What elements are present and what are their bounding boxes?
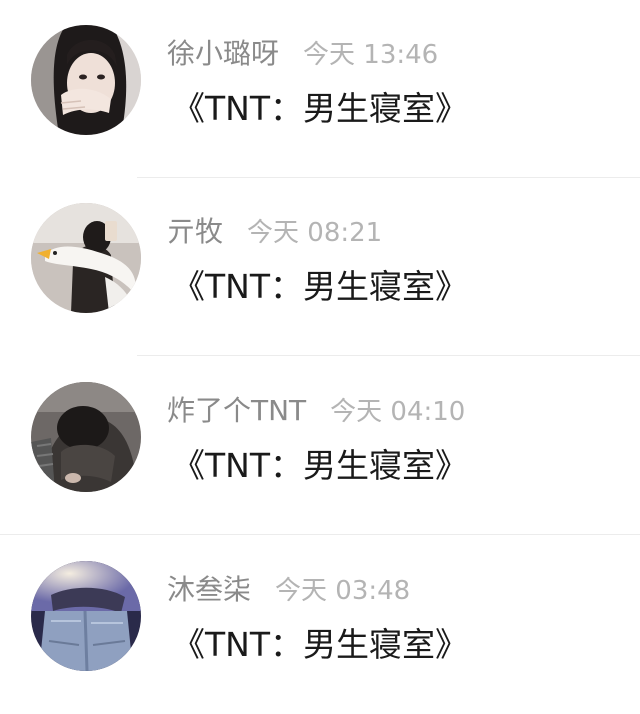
message-meta: 徐小璐呀 今天 13:46: [167, 34, 438, 74]
avatar-goose-plush-icon: [31, 203, 141, 313]
username[interactable]: 亓牧: [167, 215, 223, 248]
avatar-hooded-figure-icon: [31, 382, 141, 492]
message-row[interactable]: 沐叁柒 今天 03:48 《TNT：男生寝室》: [0, 536, 640, 714]
avatar[interactable]: [31, 382, 141, 492]
avatar[interactable]: [31, 561, 141, 671]
avatar[interactable]: [31, 25, 141, 135]
divider: [0, 534, 640, 535]
message-preview[interactable]: 《TNT：男生寝室》: [172, 264, 468, 310]
message-row[interactable]: 炸了个TNT 今天 04:10 《TNT：男生寝室》: [0, 357, 640, 535]
timestamp: 今天 08:21: [247, 218, 383, 248]
timestamp: 今天 04:10: [330, 397, 466, 427]
username[interactable]: 炸了个TNT: [167, 394, 306, 427]
avatar-hand-over-face-icon: [31, 25, 141, 135]
message-preview[interactable]: 《TNT：男生寝室》: [172, 443, 468, 489]
timestamp: 今天 03:48: [275, 576, 411, 606]
message-feed: 徐小璐呀 今天 13:46 《TNT：男生寝室》 亓牧 今天 08:21 《TNT：…: [0, 0, 640, 701]
timestamp: 今天 13:46: [303, 40, 439, 70]
message-meta: 沐叁柒 今天 03:48: [167, 570, 410, 610]
avatar[interactable]: [31, 203, 141, 313]
username[interactable]: 沐叁柒: [167, 573, 251, 606]
divider: [137, 355, 640, 356]
message-preview[interactable]: 《TNT：男生寝室》: [172, 86, 468, 132]
message-meta: 亓牧 今天 08:21: [167, 212, 382, 252]
avatar-light-jeans-icon: [31, 561, 141, 671]
message-preview[interactable]: 《TNT：男生寝室》: [172, 622, 468, 668]
username[interactable]: 徐小璐呀: [167, 37, 279, 70]
message-meta: 炸了个TNT 今天 04:10: [167, 391, 465, 431]
message-row[interactable]: 亓牧 今天 08:21 《TNT：男生寝室》: [0, 178, 640, 356]
message-row[interactable]: 徐小璐呀 今天 13:46 《TNT：男生寝室》: [0, 0, 640, 178]
